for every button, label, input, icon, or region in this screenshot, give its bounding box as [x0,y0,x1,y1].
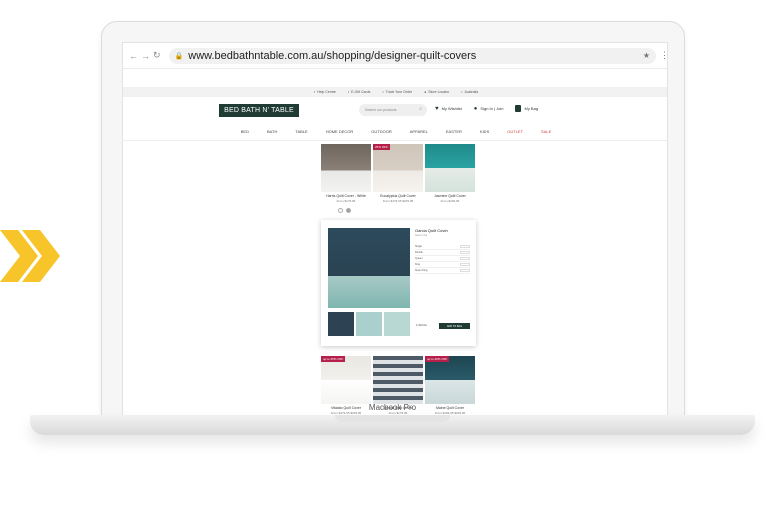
quick-view-subtitle: Select size [415,234,428,237]
color-swatches [338,208,351,213]
laptop-base: Macbook Pro [30,403,755,435]
header-links: ♥ My Wishlist ● Sign In | Join My Bag [435,105,538,112]
laptop-notch [335,415,450,422]
quantity-field[interactable] [460,257,470,260]
product-name[interactable]: Eucalyptus Quilt Cover [373,194,423,198]
product-price: From $179.95 [336,199,356,203]
bag-link[interactable]: My Bag [515,105,538,112]
quick-view-title: Garcia Quilt Cover [415,228,448,233]
product-name[interactable]: Harris Quilt Cover - White [321,194,371,198]
browser-menu-icon[interactable]: ⋮ [660,50,667,61]
size-options: Single Double Queen King Super King [415,244,470,274]
egift-link[interactable]: ▪ E-Gift Cards [348,90,371,94]
quick-view-modal: Garcia Quilt Cover Select size Single Do… [321,220,476,346]
track-order-link[interactable]: ▪ Track Your Order [382,90,412,94]
product-image[interactable] [425,144,475,192]
browser-toolbar: ← → ↻ 🔒 www.bedbathntable.com.au/shoppin… [123,43,667,69]
truck-icon: ▪ [382,90,384,94]
location-pin-icon: ● [424,90,427,94]
product-card[interactable]: Jasmine Quilt Cover From $169.95 [425,144,475,203]
laptop-screen: ← → ↻ 🔒 www.bedbathntable.com.au/shoppin… [122,42,668,417]
utility-bar: ▪ Help Centre ▪ E-Gift Cards ▪ Track Your O… [123,87,667,97]
nav-easter[interactable]: EASTER [446,129,462,139]
store-locator-link[interactable]: ● Store Locator [424,90,449,94]
country-selector[interactable]: ▪ Australia [461,90,478,94]
lock-icon: 🔒 [174,52,184,60]
forward-icon[interactable]: → [141,51,150,61]
site-logo[interactable]: BED BATH N' TABLE [219,104,299,117]
back-icon[interactable]: ← [129,51,138,61]
category-nav: BED BATH TABLE HOME DECOR OUTDOOR APPARE… [123,129,667,139]
laptop-lid: ← → ↻ 🔒 www.bedbathntable.com.au/shoppin… [101,21,685,417]
discount-badge: up to 40% OFF [425,356,450,362]
bag-icon [515,105,522,112]
nav-bath[interactable]: BATH [267,129,277,139]
swatch-white[interactable] [338,208,343,213]
sign-in-link[interactable]: ● Sign In | Join [474,106,504,112]
help-centre-link[interactable]: ▪ Help Centre [314,90,336,94]
nav-apparel[interactable]: APPAREL [410,129,428,139]
product-price: From $179.95 $239.95 [382,199,414,203]
add-to-bag-button[interactable]: ADD TO BAG [439,323,470,329]
product-image[interactable]: 25% OFF [373,144,423,192]
swatch-grey[interactable] [346,208,351,213]
url-text[interactable]: www.bedbathntable.com.au/shopping/design… [188,50,476,62]
double-chevron-icon [0,230,60,282]
laptop-label: Macbook Pro [368,403,417,412]
header-divider [123,140,667,141]
quick-view-main-image[interactable] [328,228,410,308]
discount-badge: up to 25% OFF [321,356,346,362]
gift-card-icon: ▪ [347,90,350,94]
quantity-field[interactable] [460,245,470,248]
quantity-field[interactable] [460,269,470,272]
search-placeholder: Search our products [365,108,397,112]
product-image[interactable] [321,144,371,192]
quick-view-thumbnail[interactable] [356,312,382,336]
user-icon: ● [473,105,478,112]
nav-home-decor[interactable]: HOME DECOR [326,129,354,139]
product-image[interactable]: up to 25% OFF [321,356,371,404]
marketing-stage: ← → ↻ 🔒 www.bedbathntable.com.au/shoppin… [0,0,768,505]
quantity-field[interactable] [460,251,470,254]
help-icon: ▪ [313,90,316,94]
quick-view-thumbnail[interactable] [384,312,410,336]
discount-badge: 25% OFF [373,144,390,150]
product-image[interactable]: up to 40% OFF [425,356,475,404]
nav-outdoor[interactable]: OUTDOOR [371,129,391,139]
nav-sale[interactable]: SALE [541,129,551,139]
search-icon[interactable]: ⌕ [419,106,422,112]
nav-kids[interactable]: KIDS [480,129,489,139]
product-card[interactable]: Harris Quilt Cover - White From $179.95 [321,144,371,203]
size-row[interactable]: Super King [415,268,470,274]
nav-bed[interactable]: BED [241,129,249,139]
heart-icon: ♥ [435,105,439,112]
address-bar[interactable]: 🔒 www.bedbathntable.com.au/shopping/desi… [168,47,656,64]
site-header: BED BATH N' TABLE Search our products ⌕ … [123,99,667,125]
product-card[interactable]: 25% OFF Eucalyptus Quilt Cover From $179… [373,144,423,203]
wishlist-button[interactable]: ♥ Wishlist [416,324,427,327]
nav-outlet[interactable]: OUTLET [507,129,523,139]
bookmark-star-icon[interactable]: ★ [643,51,650,60]
flag-icon: ▪ [461,90,463,94]
product-price: From $169.95 [440,199,460,203]
quantity-field[interactable] [460,263,470,266]
nav-table[interactable]: TABLE [295,129,307,139]
product-image[interactable] [373,356,423,404]
reload-icon[interactable]: ↻ [153,50,161,61]
wishlist-link[interactable]: ♥ My Wishlist [435,106,462,112]
product-name[interactable]: Jasmine Quilt Cover [425,194,475,198]
quick-view-thumbnail[interactable] [328,312,354,336]
search-input[interactable]: Search our products ⌕ [359,104,427,116]
